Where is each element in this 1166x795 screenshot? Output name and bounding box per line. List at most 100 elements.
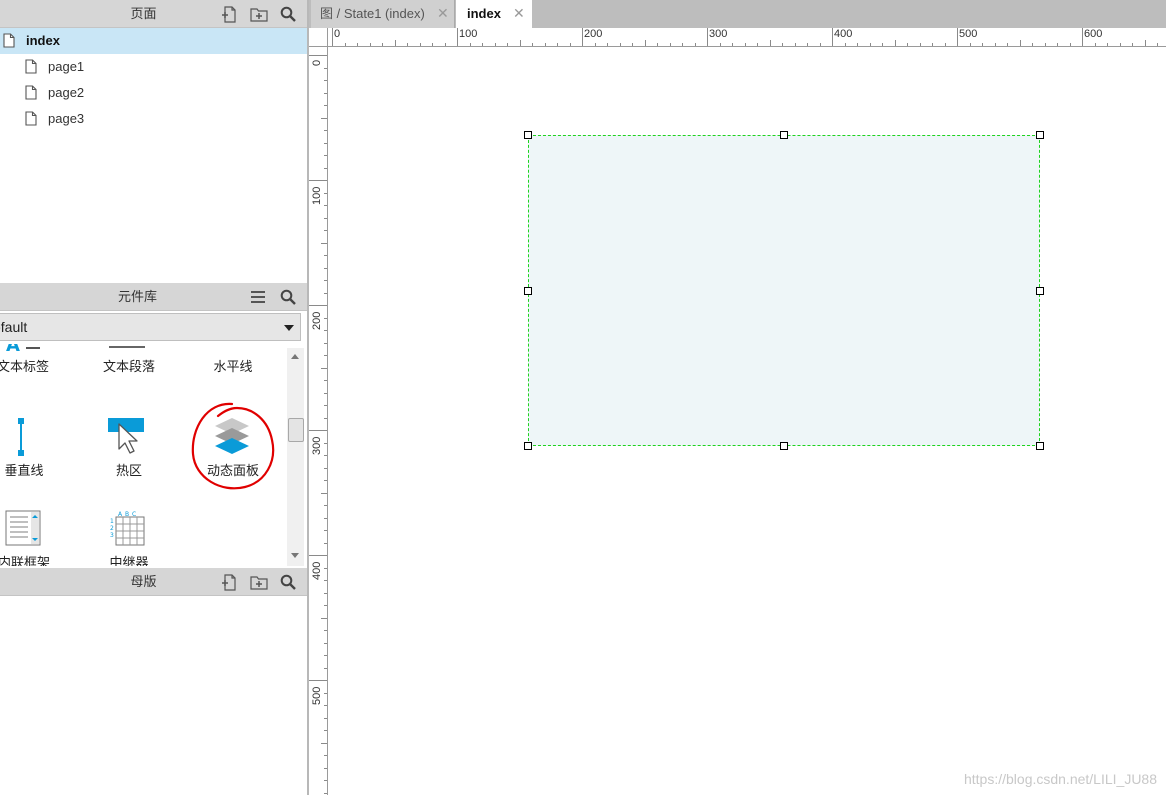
tab-index[interactable]: index ✕ <box>456 0 532 28</box>
ruler-tick <box>369 43 371 46</box>
watermark: https://blog.csdn.net/LILI_JU88 <box>963 771 1157 787</box>
ruler-tick <box>1032 43 1033 46</box>
ruler-tick <box>324 442 327 444</box>
menu-icon[interactable] <box>249 288 267 306</box>
ruler-tick <box>457 28 458 46</box>
ruler-tick <box>594 43 596 46</box>
widget-horizontal-line[interactable]: 水平线 <box>188 344 278 390</box>
search-icon[interactable] <box>279 5 297 23</box>
ruler-tick <box>794 43 796 46</box>
ruler-tick <box>632 43 633 46</box>
widget-scrollbar[interactable] <box>287 348 304 566</box>
ruler-tick <box>324 505 327 506</box>
ruler-tick <box>324 205 327 206</box>
widget-text-paragraph[interactable]: 文本段落 <box>84 344 174 390</box>
ruler-tick <box>324 580 327 581</box>
ruler-tick <box>894 40 896 46</box>
ruler-label: 100 <box>459 28 478 40</box>
resize-handle-left[interactable] <box>524 287 532 295</box>
ruler-tick <box>869 43 871 46</box>
ruler-tick <box>324 130 327 131</box>
ruler-tick <box>1157 43 1158 46</box>
ruler-tick <box>344 43 346 46</box>
vertical-ruler[interactable]: 0 100 200 300 400 500 <box>309 47 328 795</box>
ruler-tick <box>324 417 327 419</box>
add-folder-icon[interactable] <box>250 573 268 591</box>
ruler-tick <box>832 28 833 46</box>
ruler-tick <box>321 742 327 744</box>
add-page-icon[interactable] <box>221 5 239 23</box>
ruler-tick <box>324 767 327 769</box>
ruler-tick <box>444 43 446 46</box>
ruler-tick <box>694 43 696 46</box>
page-icon <box>25 85 37 100</box>
ruler-tick <box>324 380 327 381</box>
widgets-panel-header: 元件库 <box>0 283 307 311</box>
ruler-tick <box>744 43 746 46</box>
ruler-tick <box>309 680 327 681</box>
annotation-circle <box>191 402 275 490</box>
widget-repeater[interactable]: ABC123 中继器 <box>84 508 174 566</box>
ruler-tick <box>669 43 671 46</box>
resize-handle-bottom-left[interactable] <box>524 442 532 450</box>
resize-handle-top-right[interactable] <box>1036 131 1044 139</box>
ruler-tick <box>324 480 327 481</box>
ruler-tick <box>919 43 921 46</box>
tab-label: index <box>467 6 501 21</box>
ruler-tick <box>324 317 327 319</box>
widget-inline-frame[interactable]: 内联框架 <box>0 508 69 566</box>
ruler-tick <box>957 28 958 46</box>
page-item-page3[interactable]: page3 <box>0 106 307 132</box>
search-icon[interactable] <box>279 573 297 591</box>
ruler-tick <box>324 592 327 594</box>
svg-text:2: 2 <box>110 525 114 532</box>
resize-handle-right[interactable] <box>1036 287 1044 295</box>
ruler-tick <box>324 780 327 781</box>
ruler-tick <box>644 40 646 46</box>
ruler-tick <box>707 28 708 46</box>
ruler-tick <box>1094 43 1096 46</box>
ruler-tick <box>432 43 433 46</box>
resize-handle-bottom[interactable] <box>780 442 788 450</box>
add-master-icon[interactable] <box>221 573 239 591</box>
page-item-index[interactable]: index <box>0 28 307 54</box>
widget-vertical-line[interactable]: 垂直线 <box>0 416 69 480</box>
ruler-tick <box>607 43 608 46</box>
add-folder-icon[interactable] <box>250 5 268 23</box>
ruler-tick <box>324 642 327 644</box>
page-item-page2[interactable]: page2 <box>0 80 307 106</box>
scroll-up-icon[interactable] <box>291 354 299 359</box>
scroll-thumb[interactable] <box>288 418 304 442</box>
ruler-tick <box>324 330 327 331</box>
page-item-page1[interactable]: page1 <box>0 54 307 80</box>
svg-text:A: A <box>6 344 20 356</box>
svg-text:3: 3 <box>110 532 114 539</box>
ruler-tick <box>419 43 421 46</box>
ruler-tick <box>324 467 327 469</box>
close-icon[interactable]: ✕ <box>437 0 449 27</box>
tab-state1[interactable]: 图 / State1 (index) ✕ <box>311 0 455 28</box>
resize-handle-top[interactable] <box>780 131 788 139</box>
ruler-tick <box>482 43 483 46</box>
ruler-tick <box>324 292 327 294</box>
ruler-tick <box>719 43 721 46</box>
page-icon <box>25 59 37 74</box>
search-icon[interactable] <box>279 288 297 306</box>
dynamic-panel-widget[interactable] <box>524 131 1044 450</box>
resize-handle-bottom-right[interactable] <box>1036 442 1044 450</box>
page-tree: index page1 page2 page3 <box>0 28 307 132</box>
ruler-tick <box>557 43 558 46</box>
close-icon[interactable]: ✕ <box>513 0 525 27</box>
ruler-tick <box>324 355 327 356</box>
library-select[interactable]: efault <box>0 313 301 341</box>
scroll-down-icon[interactable] <box>291 553 299 558</box>
ruler-label: 300 <box>311 436 323 455</box>
widget-text-label[interactable]: A 文本标签 <box>0 344 68 390</box>
design-canvas[interactable] <box>329 48 1166 795</box>
resize-handle-top-left[interactable] <box>524 131 532 139</box>
horizontal-ruler[interactable]: 0 100 200 300 400 500 600 <box>328 28 1166 47</box>
ruler-tick <box>569 43 571 46</box>
widget-hotspot[interactable]: 热区 <box>84 416 174 480</box>
ruler-tick <box>732 43 733 46</box>
ruler-tick <box>324 542 327 544</box>
